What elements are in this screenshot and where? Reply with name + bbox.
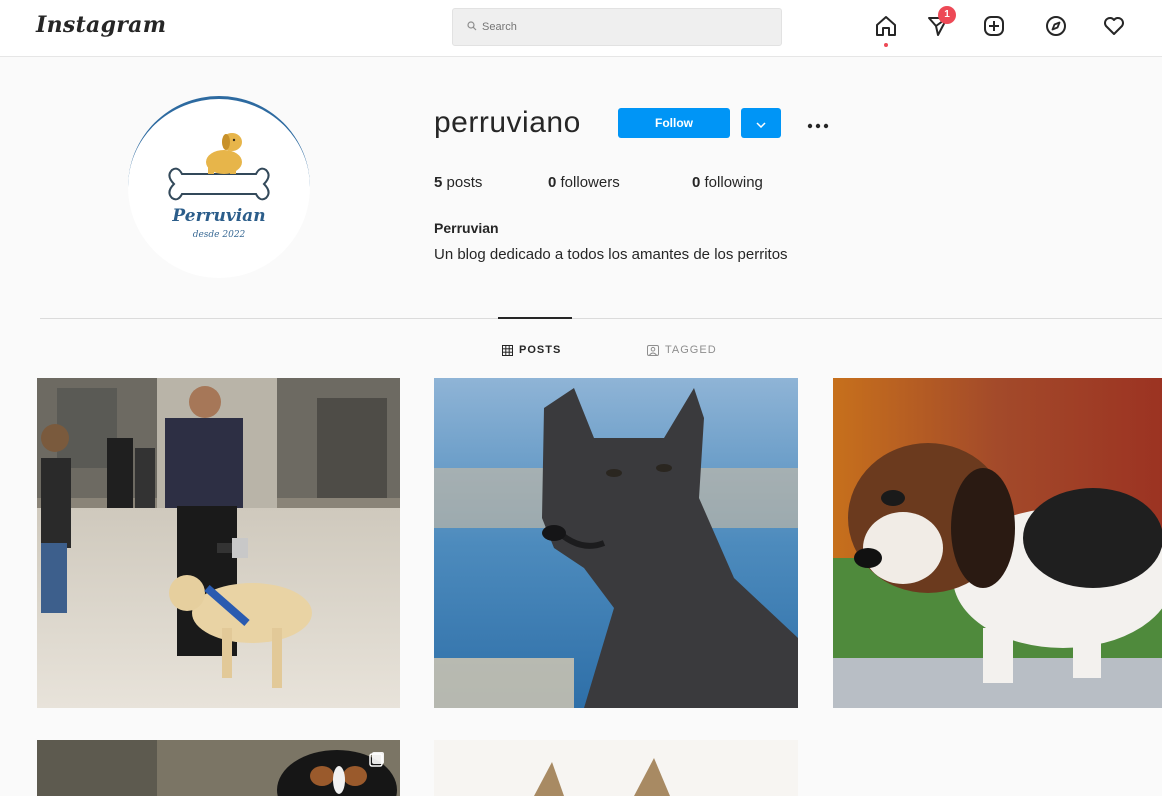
avatar-image: Perruvian desde 2022 <box>134 102 304 272</box>
follow-button[interactable]: Follow <box>618 108 730 138</box>
search-icon <box>467 20 477 34</box>
profile-bio: Un blog dedicado a todos los amantes de … <box>434 246 788 263</box>
tab-posts[interactable]: POSTS <box>502 342 561 358</box>
more-options-button[interactable] <box>802 110 834 134</box>
grid-icon <box>502 344 513 356</box>
followers-stat[interactable]: 0 followers <box>548 174 620 191</box>
tagged-icon <box>647 344 659 356</box>
followers-count: 0 <box>548 174 557 191</box>
top-navigation-bar: Instagram 1 <box>0 0 1162 57</box>
posts-label: posts <box>446 174 483 191</box>
instagram-logo[interactable]: Instagram <box>36 12 166 38</box>
multiple-images-icon <box>368 750 386 768</box>
home-icon[interactable] <box>872 12 900 47</box>
tab-tagged-label: TAGGED <box>665 344 717 356</box>
new-post-icon[interactable] <box>980 12 1008 40</box>
guide-dog-mall-photo <box>37 378 400 708</box>
profile-avatar[interactable]: Perruvian desde 2022 <box>128 96 310 278</box>
dog-on-bone-logo <box>168 133 270 201</box>
posts-count: 5 <box>434 174 443 191</box>
messages-badge: 1 <box>938 6 956 24</box>
post-thumbnail[interactable] <box>833 378 1162 708</box>
explore-icon[interactable] <box>1042 12 1070 40</box>
posts-stat: 5 posts <box>434 174 482 191</box>
post-thumbnail[interactable] <box>434 378 798 708</box>
bernese-dog-photo <box>37 740 400 796</box>
post-thumbnail[interactable] <box>37 740 400 796</box>
following-stat[interactable]: 0 following <box>692 174 763 191</box>
following-count: 0 <box>692 174 701 191</box>
profile-full-name: Perruvian <box>434 220 499 236</box>
direct-messages-icon[interactable]: 1 <box>924 6 956 40</box>
activity-heart-icon[interactable] <box>1100 12 1128 40</box>
suggested-accounts-dropdown-button[interactable] <box>741 108 781 138</box>
post-thumbnail[interactable] <box>37 378 400 708</box>
tabs-divider <box>40 318 1162 319</box>
tab-posts-label: POSTS <box>519 344 562 356</box>
tab-tagged[interactable]: TAGGED <box>647 342 717 358</box>
hairless-dog-photo <box>434 378 798 708</box>
beagle-puppy-photo <box>833 378 1162 708</box>
profile-username: perruviano <box>434 106 581 139</box>
more-options-icon <box>807 109 829 135</box>
followers-label: followers <box>560 174 620 191</box>
search-box[interactable] <box>452 8 782 46</box>
avatar-text-since: desde 2022 <box>192 230 246 240</box>
search-input[interactable] <box>482 21 762 33</box>
following-label: following <box>704 174 763 191</box>
post-thumbnail[interactable] <box>434 740 798 796</box>
active-tab-indicator <box>498 317 572 319</box>
chevron-down-icon <box>756 116 766 131</box>
dog-ears-photo <box>434 740 798 796</box>
home-active-dot <box>884 43 888 47</box>
